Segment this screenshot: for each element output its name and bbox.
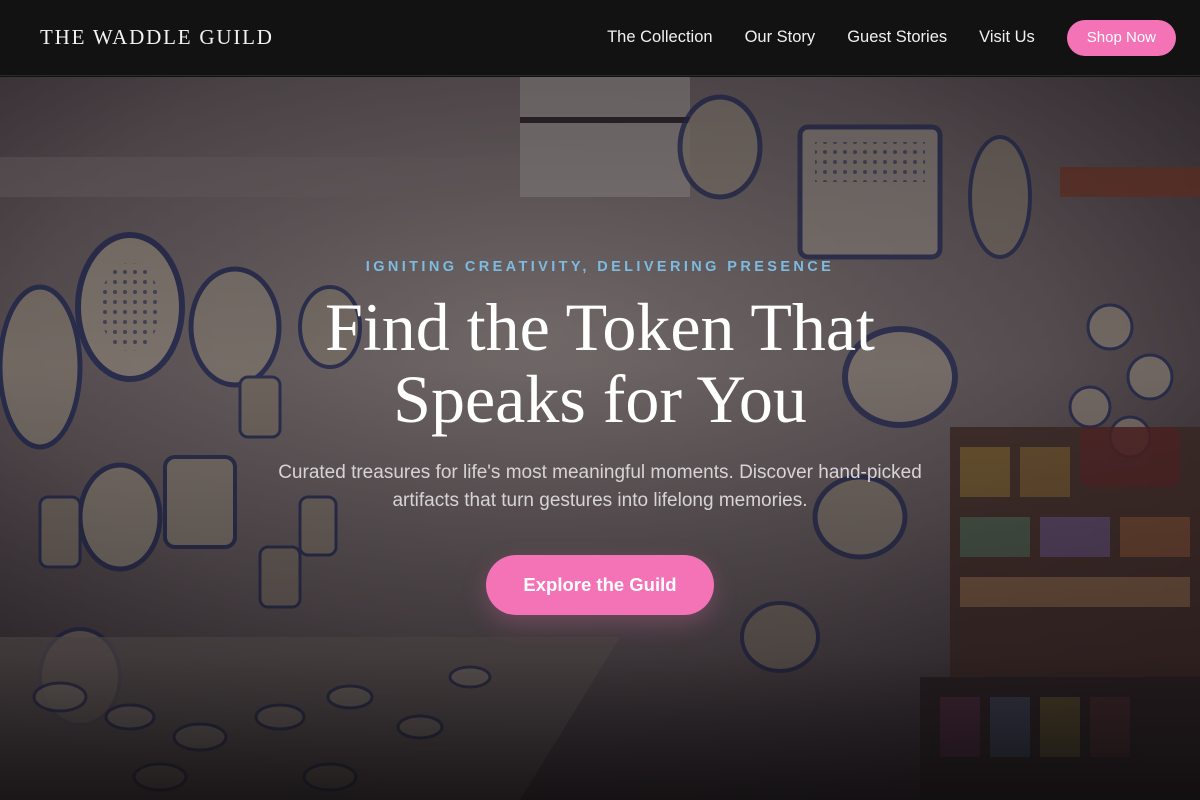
hero-eyebrow: IGNITING CREATIVITY, DELIVERING PRESENCE <box>365 259 835 275</box>
explore-guild-button[interactable]: Explore the Guild <box>486 555 714 615</box>
hero-content: IGNITING CREATIVITY, DELIVERING PRESENCE… <box>0 77 1200 800</box>
brand-logo[interactable]: THE WADDLE GUILD <box>40 25 274 50</box>
hero-subtext: Curated treasures for life's most meanin… <box>278 462 922 511</box>
nav-link-visit-us[interactable]: Visit Us <box>979 28 1035 47</box>
nav-link-guest-stories[interactable]: Guest Stories <box>847 28 947 47</box>
main-nav: The Collection Our Story Guest Stories V… <box>607 19 1176 56</box>
shop-now-button[interactable]: Shop Now <box>1066 19 1176 56</box>
site-header: THE WADDLE GUILD The Collection Our Stor… <box>0 0 1200 76</box>
nav-link-collection[interactable]: The Collection <box>607 28 712 47</box>
hero-headline: Find the Token That Speaks for You <box>325 289 875 437</box>
nav-link-our-story[interactable]: Our Story <box>745 28 816 47</box>
hero-section: IGNITING CREATIVITY, DELIVERING PRESENCE… <box>0 77 1200 800</box>
